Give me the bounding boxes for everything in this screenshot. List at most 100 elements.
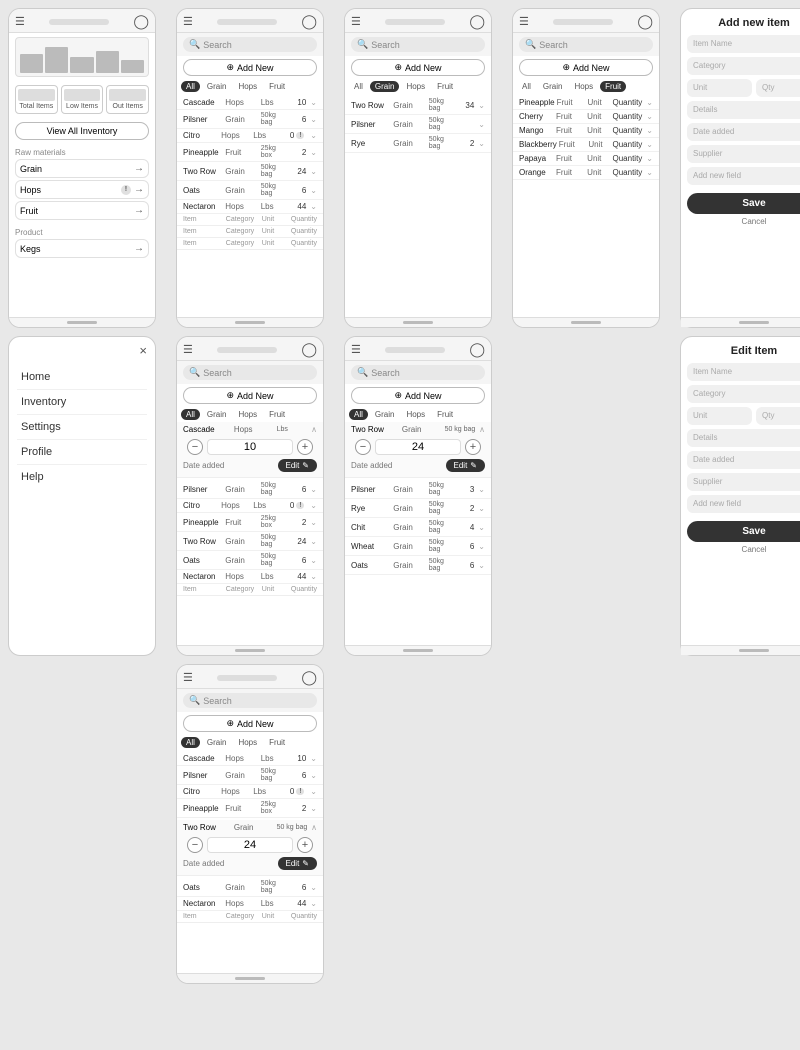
list-item[interactable]: NectaronHopsLbs44⌄ [177,200,323,214]
supplier-field[interactable]: Supplier [687,145,800,163]
edit-add-new-field-btn[interactable]: Add new field [687,495,800,513]
list-item[interactable]: PilsnerGrain50kg bag6⌄ [177,110,323,129]
list-item[interactable]: MangoFruitUnitQuantity⌄ [513,124,659,138]
menu-icon-3[interactable]: ☰ [351,15,361,28]
filter-fruit-3[interactable]: Fruit [432,81,458,92]
details-field[interactable]: Details [687,101,800,119]
list-item[interactable]: Two RowGrain50kg bag34⌄ [345,96,491,115]
filter-all-5[interactable]: All [181,409,200,420]
add-new-button-6[interactable]: ⊕ Add New [351,387,485,404]
list-item[interactable]: NectaronHopsLbs44⌄ [177,897,323,911]
edit-supplier-field[interactable]: Supplier [687,473,800,491]
close-menu-button[interactable]: × [139,343,147,358]
filter-fruit-6[interactable]: Fruit [432,409,458,420]
user-icon-2[interactable]: ◯ [301,13,317,30]
menu-item-profile[interactable]: Profile [17,440,147,465]
menu-icon-bot[interactable]: ☰ [183,671,193,684]
edit-button-bot[interactable]: Edit ✎ [278,857,318,870]
filter-all-3[interactable]: All [349,81,368,92]
list-item[interactable]: OatsGrain50kg bag6⌄ [345,556,491,575]
category-field[interactable]: Category [687,57,800,75]
list-item[interactable]: CascadeHopsLbs10⌄ [177,96,323,110]
filter-fruit-5[interactable]: Fruit [264,409,290,420]
list-item[interactable]: PilsnerGrain50kg bag6⌄ [177,766,323,785]
filter-all-bot[interactable]: All [181,737,200,748]
list-item[interactable]: PineappleFruitUnitQuantity⌄ [513,96,659,110]
qty-value-2[interactable]: 24 [375,439,461,455]
edit-qty-field[interactable]: Qty [756,407,800,425]
list-item[interactable]: ChitGrain50kg bag4⌄ [345,518,491,537]
list-item[interactable]: PilsnerGrain50kg bag3⌄ [345,480,491,499]
list-item[interactable]: RyeGrain50kg bag2⌄ [345,134,491,153]
search-bar-3[interactable]: 🔍 Search [351,37,485,52]
user-icon-4[interactable]: ◯ [637,13,653,30]
filter-grain-6[interactable]: Grain [370,409,400,420]
menu-icon[interactable]: ☰ [15,15,25,28]
list-item[interactable]: Two RowGrain50kg bag24⌄ [177,532,323,551]
menu-item-inventory[interactable]: Inventory [17,390,147,415]
user-icon-bot[interactable]: ◯ [301,669,317,686]
list-item[interactable]: PineappleFruit25kg box2⌄ [177,799,323,818]
filter-all-4[interactable]: All [517,81,536,92]
list-item[interactable]: PilsnerGrain50kg bag⌄ [345,115,491,134]
add-new-button[interactable]: ⊕ Add New [183,59,317,76]
filter-hops-4[interactable]: Hops [569,81,598,92]
add-new-button-bot[interactable]: ⊕ Add New [183,715,317,732]
filter-hops-5[interactable]: Hops [233,409,262,420]
list-item[interactable]: CitroHopsLbs0!⌄ [177,499,323,513]
cancel-link[interactable]: Cancel [687,217,800,226]
add-new-button-3[interactable]: ⊕ Add New [351,59,485,76]
menu-item-settings[interactable]: Settings [17,415,147,440]
date-added-field[interactable]: Date added [687,123,800,141]
add-new-button-5[interactable]: ⊕ Add New [183,387,317,404]
list-item[interactable]: CascadeHopsLbs10⌄ [177,752,323,766]
filter-fruit[interactable]: Fruit [264,81,290,92]
menu-icon-2[interactable]: ☰ [183,15,193,28]
menu-icon-4[interactable]: ☰ [519,15,529,28]
search-bar-5[interactable]: 🔍 Search [183,365,317,380]
filter-hops-3[interactable]: Hops [401,81,430,92]
rm-fruit[interactable]: Fruit → [15,201,149,220]
edit-cancel-link[interactable]: Cancel [687,545,800,554]
decrement-button-bot[interactable]: − [187,837,203,853]
rm-kegs[interactable]: Kegs → [15,239,149,258]
item-name-field[interactable]: Item Name [687,35,800,53]
list-item[interactable]: PilsnerGrain50kg bag6⌄ [177,480,323,499]
edit-save-button[interactable]: Save [687,521,800,542]
increment-button-2[interactable]: + [465,439,481,455]
unit-field[interactable]: Unit [687,79,752,97]
edit-category-field[interactable]: Category [687,385,800,403]
edit-button-2[interactable]: Edit ✎ [446,459,486,472]
list-item[interactable]: OatsGrain50kg bag6⌄ [177,551,323,570]
qty-value[interactable]: 10 [207,439,293,455]
filter-grain-4[interactable]: Grain [538,81,568,92]
list-item[interactable]: OrangeFruitUnitQuantity⌄ [513,166,659,180]
save-button[interactable]: Save [687,193,800,214]
list-item[interactable]: BlackberryFruitUnitQuantity⌄ [513,138,659,152]
search-bar-4[interactable]: 🔍 Search [519,37,653,52]
filter-hops-6[interactable]: Hops [401,409,430,420]
user-icon-3[interactable]: ◯ [469,13,485,30]
search-bar-bot[interactable]: 🔍 Search [183,693,317,708]
add-new-field-btn[interactable]: Add new field [687,167,800,185]
qty-value-bot[interactable]: 24 [207,837,293,853]
edit-button[interactable]: Edit ✎ [278,459,318,472]
list-item[interactable]: WheatGrain50kg bag6⌄ [345,537,491,556]
list-item[interactable]: OatsGrain50kg bag6⌄ [177,181,323,200]
decrement-button-2[interactable]: − [355,439,371,455]
filter-all-6[interactable]: All [349,409,368,420]
menu-icon-5[interactable]: ☰ [183,343,193,356]
list-item[interactable]: PineappleFruit25kg box2⌄ [177,513,323,532]
filter-fruit-bot[interactable]: Fruit [264,737,290,748]
filter-grain-bot[interactable]: Grain [202,737,232,748]
edit-item-name-field[interactable]: Item Name [687,363,800,381]
increment-button-bot[interactable]: + [297,837,313,853]
edit-unit-field[interactable]: Unit [687,407,752,425]
list-item[interactable]: CherryFruitUnitQuantity⌄ [513,110,659,124]
list-item[interactable]: CitroHopsLbs0!⌄ [177,785,323,799]
add-new-button-4[interactable]: ⊕ Add New [519,59,653,76]
filter-hops[interactable]: Hops [233,81,262,92]
list-item[interactable]: RyeGrain50kg bag2⌄ [345,499,491,518]
list-item[interactable]: PapayaFruitUnitQuantity⌄ [513,152,659,166]
view-all-button[interactable]: View All Inventory [15,122,149,140]
